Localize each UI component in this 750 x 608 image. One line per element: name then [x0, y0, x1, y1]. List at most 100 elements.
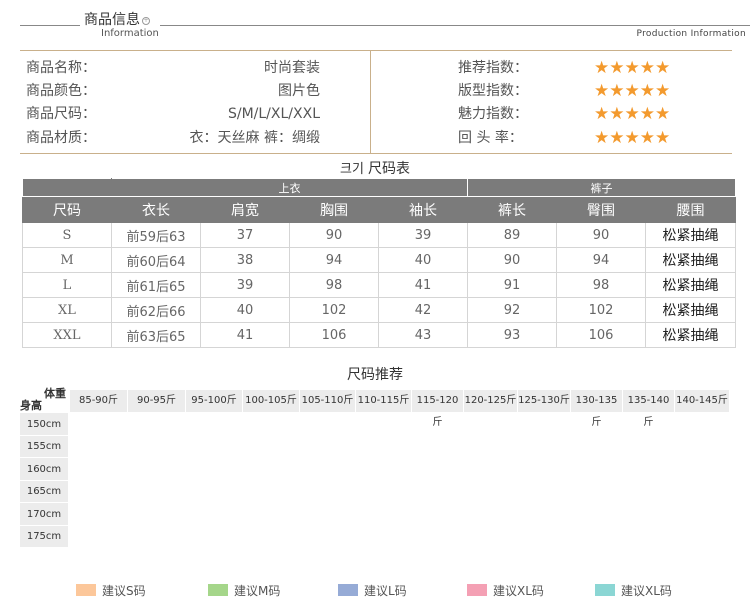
recommend-title: 尺码推荐	[347, 367, 403, 383]
legend-swatch	[467, 584, 487, 596]
table-cell: 92	[467, 297, 557, 323]
legend-label: 建议L码	[364, 584, 407, 598]
weight-header: 95-100斤	[186, 390, 243, 412]
info-value: 时尚套装	[264, 60, 320, 76]
info-label: 魅力指数：	[458, 106, 528, 122]
table-cell: 40	[200, 297, 290, 323]
rating-stars: ★★★★★	[594, 81, 671, 101]
info-value: 图片色	[278, 83, 320, 99]
table-cell: 90	[467, 247, 557, 273]
legend-swatch	[595, 584, 615, 596]
table-cell: 38	[200, 247, 290, 273]
header-rule-left	[20, 25, 80, 26]
section-subtitle: Information	[101, 28, 159, 39]
col-header: 肩宽	[200, 196, 290, 223]
size-block-l	[300, 526, 356, 548]
section-caption: Production Information	[636, 29, 746, 39]
table-row: M 前60后64 38 94 40 90 94 松紧抽绳	[22, 247, 737, 273]
size-table-title: 크기 尺码表	[340, 161, 410, 177]
table-cell: 91	[467, 272, 557, 298]
weight-header: 90-95斤	[128, 390, 186, 412]
table-cell: 94	[289, 247, 379, 273]
table-cell: 前62后66	[111, 297, 201, 323]
legend-item-l: 建议L码	[338, 582, 407, 600]
table-cell: XL	[22, 297, 112, 323]
table-cell: 94	[556, 247, 646, 273]
table-cell: XXL	[22, 322, 112, 348]
weight-header: 85-90斤	[70, 390, 128, 412]
col-header: 衣长	[111, 196, 201, 223]
table-cell: 106	[289, 322, 379, 348]
table-cell: L	[22, 272, 112, 298]
info-label: 推荐指数：	[458, 60, 528, 76]
legend-item-xxl: 建议XL码	[595, 582, 672, 600]
corner-height-label: 身高	[20, 399, 42, 412]
col-header: 腰围	[644, 196, 737, 223]
legend-item-s: 建议S码	[76, 582, 146, 600]
legend-swatch	[76, 584, 96, 596]
table-cell: 90	[556, 222, 646, 248]
table-row: XL 前62后66 40 102 42 92 102 松紧抽绳	[22, 297, 737, 323]
col-header: 胸围	[289, 196, 379, 223]
info-row-color: 商品颜色： 图片色 版型指数： ★★★★★	[0, 80, 750, 102]
weight-header: 110-115斤	[356, 390, 412, 412]
size-letter-m: M	[281, 460, 318, 501]
weight-header: 120-125斤	[464, 390, 518, 412]
group-top: 上衣	[111, 178, 468, 197]
legend-item-xl: 建议XL码	[467, 582, 544, 600]
table-cell: 43	[378, 322, 468, 348]
table-cell: 松紧抽绳	[644, 272, 737, 298]
corner-weight-label: 体重	[44, 387, 66, 400]
height-header: 155cm	[20, 436, 68, 458]
table-group-row: 上衣 裤子	[22, 178, 737, 197]
col-header: 尺码	[22, 196, 112, 223]
table-cell: 37	[200, 222, 290, 248]
grid-corner: 体重 身高	[20, 385, 68, 413]
table-cell: 89	[467, 222, 557, 248]
info-label: 商品尺码：	[26, 106, 96, 122]
info-row-material: 商品材质： 衣：天丝麻 裤：绸缎 回 头 率： ★★★★★	[0, 127, 750, 149]
table-cell: 90	[289, 222, 379, 248]
table-cell: 松紧抽绳	[644, 297, 737, 323]
info-row-name: 商品名称： 时尚套装 推荐指数： ★★★★★	[0, 57, 750, 79]
weight-header: 125-130斤	[518, 390, 571, 412]
group-pants: 裤子	[466, 178, 737, 197]
size-table: 上衣 裤子 尺码 衣长 肩宽 胸围 袖长 裤长 臀围 腰围 S 前59后63 3…	[22, 178, 737, 348]
info-label: 版型指数：	[458, 83, 528, 99]
table-cell: 前63后65	[111, 322, 201, 348]
rating-stars: ★★★★★	[594, 128, 671, 148]
info-label: 回 头 率：	[458, 130, 523, 146]
table-cell: 41	[200, 322, 290, 348]
size-letter-s: S	[114, 435, 142, 481]
table-cell: 98	[556, 272, 646, 298]
weight-header: 115-120斤	[412, 390, 464, 428]
info-row-size: 商品尺码： S/M/L/XL/XXL 魅力指数： ★★★★★	[0, 103, 750, 125]
table-cell: 松紧抽绳	[644, 222, 737, 248]
table-row: XXL 前63后65 41 106 43 93 106 松紧抽绳	[22, 322, 737, 348]
size-letter-xxl: XXL	[641, 483, 712, 523]
rating-stars: ★★★★★	[594, 104, 671, 124]
legend-swatch	[338, 584, 358, 596]
info-value: 衣：天丝麻 裤：绸缎	[189, 130, 320, 146]
table-cell: 松紧抽绳	[644, 322, 737, 348]
legend-swatch	[208, 584, 228, 596]
size-letter-xl: XL	[547, 483, 594, 523]
table-cell: 松紧抽绳	[644, 247, 737, 273]
table-cell: 102	[289, 297, 379, 323]
rating-stars: ★★★★★	[594, 58, 671, 78]
legend-label: 建议S码	[102, 584, 146, 598]
info-label: 商品材质：	[26, 130, 96, 146]
table-cell: 41	[378, 272, 468, 298]
weight-header: 135-140斤	[623, 390, 675, 428]
table-cell: 39	[378, 222, 468, 248]
table-cell: 39	[200, 272, 290, 298]
table-cell: 106	[556, 322, 646, 348]
info-label: 商品名称：	[26, 60, 96, 76]
height-header: 175cm	[20, 526, 68, 548]
info-value: S/M/L/XL/XXL	[227, 106, 320, 122]
height-header: 170cm	[20, 503, 68, 526]
table-cell: 42	[378, 297, 468, 323]
legend-label: 建议XL码	[621, 584, 672, 598]
table-cell: 40	[378, 247, 468, 273]
height-header: 150cm	[20, 413, 68, 436]
